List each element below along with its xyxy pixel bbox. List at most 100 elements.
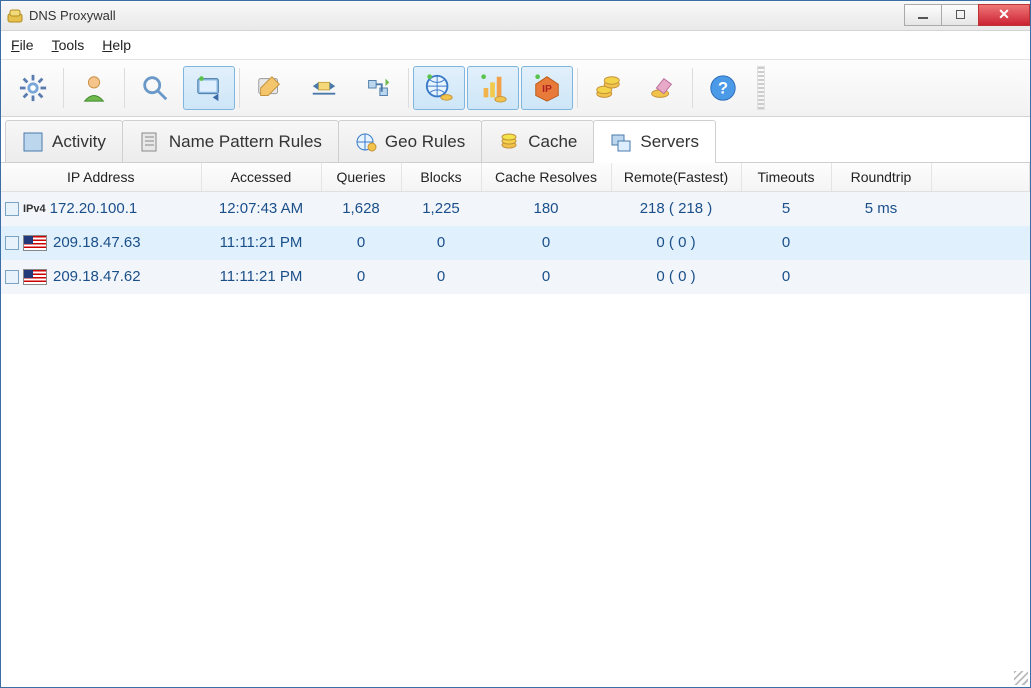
maximize-button[interactable] bbox=[941, 4, 979, 26]
search-icon[interactable] bbox=[129, 66, 181, 110]
col-spacer bbox=[931, 163, 1030, 192]
flag-us-icon bbox=[23, 269, 47, 285]
connection-icon[interactable] bbox=[352, 66, 404, 110]
col-blocks[interactable]: Blocks bbox=[401, 163, 481, 192]
col-roundtrip[interactable]: Roundtrip bbox=[831, 163, 931, 192]
tab-geo-rules[interactable]: Geo Rules bbox=[338, 120, 482, 162]
app-window: DNS Proxywall ✕ File Tools Help bbox=[0, 0, 1031, 688]
toolbar: IP ? bbox=[1, 59, 1030, 117]
close-button[interactable]: ✕ bbox=[978, 4, 1030, 26]
table-row[interactable]: 209.18.47.6211:11:21 PM0000 ( 0 )0 bbox=[1, 260, 1030, 294]
toolbar-separator bbox=[63, 68, 64, 108]
resize-grip[interactable] bbox=[1014, 671, 1028, 685]
edit-icon[interactable] bbox=[244, 66, 296, 110]
cell-queries: 0 bbox=[321, 226, 401, 260]
tab-label: Activity bbox=[52, 132, 106, 152]
cell-ip: 209.18.47.63 bbox=[1, 226, 201, 260]
cell-remote: 0 ( 0 ) bbox=[611, 226, 741, 260]
network-arrows-icon[interactable] bbox=[298, 66, 350, 110]
svg-text:?: ? bbox=[718, 79, 728, 98]
menu-file[interactable]: File bbox=[11, 37, 34, 53]
tab-label: Geo Rules bbox=[385, 132, 465, 152]
window-controls: ✕ bbox=[905, 4, 1030, 26]
flag-us-icon bbox=[23, 235, 47, 251]
col-remote-fastest[interactable]: Remote(Fastest) bbox=[611, 163, 741, 192]
app-icon bbox=[7, 8, 23, 24]
cell-blocks: 0 bbox=[401, 226, 481, 260]
tab-servers[interactable]: Servers bbox=[593, 120, 716, 163]
cell-roundtrip bbox=[831, 226, 931, 260]
ipv4-badge: IPv4 bbox=[23, 203, 46, 215]
server-icon bbox=[5, 202, 19, 216]
cache-icon bbox=[498, 131, 520, 153]
toolbar-separator bbox=[239, 68, 240, 108]
monitor-refresh-icon[interactable] bbox=[183, 66, 235, 110]
tab-activity[interactable]: Activity bbox=[5, 120, 123, 162]
servers-icon bbox=[610, 131, 632, 153]
settings-gear-icon[interactable] bbox=[7, 66, 59, 110]
ip-block-icon[interactable]: IP bbox=[521, 66, 573, 110]
ip-value: 209.18.47.62 bbox=[53, 268, 153, 285]
minimize-button[interactable] bbox=[904, 4, 942, 26]
ip-value: 172.20.100.1 bbox=[50, 200, 150, 217]
col-accessed[interactable]: Accessed bbox=[201, 163, 321, 192]
svg-text:IP: IP bbox=[542, 84, 552, 95]
ip-value: 209.18.47.63 bbox=[53, 234, 153, 251]
cell-ip: 209.18.47.62 bbox=[1, 260, 201, 294]
servers-table: IP Address Accessed Queries Blocks Cache… bbox=[1, 163, 1030, 294]
geo-rules-icon bbox=[355, 131, 377, 153]
cell-timeouts: 5 bbox=[741, 192, 831, 226]
titlebar: DNS Proxywall ✕ bbox=[1, 1, 1030, 31]
menu-help[interactable]: Help bbox=[102, 37, 131, 53]
eraser-icon[interactable] bbox=[636, 66, 688, 110]
table-row[interactable]: IPv4 172.20.100.1 12:07:43 AM1,6281,225180… bbox=[1, 192, 1030, 226]
cell-remote: 218 ( 218 ) bbox=[611, 192, 741, 226]
toolbar-separator bbox=[692, 68, 693, 108]
window-title: DNS Proxywall bbox=[29, 8, 116, 23]
servers-table-container: IP Address Accessed Queries Blocks Cache… bbox=[1, 163, 1030, 687]
cell-cache: 0 bbox=[481, 260, 611, 294]
cell-timeouts: 0 bbox=[741, 260, 831, 294]
col-ip-address[interactable]: IP Address bbox=[1, 163, 201, 192]
col-cache-resolves[interactable]: Cache Resolves bbox=[481, 163, 611, 192]
col-queries[interactable]: Queries bbox=[321, 163, 401, 192]
name-pattern-icon bbox=[139, 131, 161, 153]
cell-blocks: 0 bbox=[401, 260, 481, 294]
cell-accessed: 12:07:43 AM bbox=[201, 192, 321, 226]
cell-accessed: 11:11:21 PM bbox=[201, 226, 321, 260]
cell-accessed: 11:11:21 PM bbox=[201, 260, 321, 294]
cell-blocks: 1,225 bbox=[401, 192, 481, 226]
tab-cache[interactable]: Cache bbox=[481, 120, 594, 162]
cell-remote: 0 ( 0 ) bbox=[611, 260, 741, 294]
toolbar-grip[interactable] bbox=[757, 66, 765, 110]
tab-name-pattern-rules[interactable]: Name Pattern Rules bbox=[122, 120, 339, 162]
toolbar-separator bbox=[124, 68, 125, 108]
cell-cache: 180 bbox=[481, 192, 611, 226]
col-timeouts[interactable]: Timeouts bbox=[741, 163, 831, 192]
cell-queries: 1,628 bbox=[321, 192, 401, 226]
tab-label: Servers bbox=[640, 132, 699, 152]
coins-icon[interactable] bbox=[582, 66, 634, 110]
help-icon[interactable]: ? bbox=[697, 66, 749, 110]
table-header-row: IP Address Accessed Queries Blocks Cache… bbox=[1, 163, 1030, 192]
user-icon[interactable] bbox=[68, 66, 120, 110]
table-row[interactable]: 209.18.47.6311:11:21 PM0000 ( 0 )0 bbox=[1, 226, 1030, 260]
tab-strip: Activity Name Pattern Rules Geo Rules Ca… bbox=[1, 117, 1030, 163]
chart-coins-icon[interactable] bbox=[467, 66, 519, 110]
cell-timeouts: 0 bbox=[741, 226, 831, 260]
menu-tools[interactable]: Tools bbox=[52, 37, 85, 53]
server-icon bbox=[5, 270, 19, 284]
toolbar-separator bbox=[408, 68, 409, 108]
server-icon bbox=[5, 236, 19, 250]
cell-queries: 0 bbox=[321, 260, 401, 294]
tab-label: Name Pattern Rules bbox=[169, 132, 322, 152]
globe-coins-icon[interactable] bbox=[413, 66, 465, 110]
cell-cache: 0 bbox=[481, 226, 611, 260]
menubar: File Tools Help bbox=[1, 31, 1030, 59]
cell-roundtrip: 5 ms bbox=[831, 192, 931, 226]
activity-icon bbox=[22, 131, 44, 153]
cell-roundtrip bbox=[831, 260, 931, 294]
toolbar-separator bbox=[577, 68, 578, 108]
cell-ip: IPv4 172.20.100.1 bbox=[1, 192, 201, 226]
tab-label: Cache bbox=[528, 132, 577, 152]
